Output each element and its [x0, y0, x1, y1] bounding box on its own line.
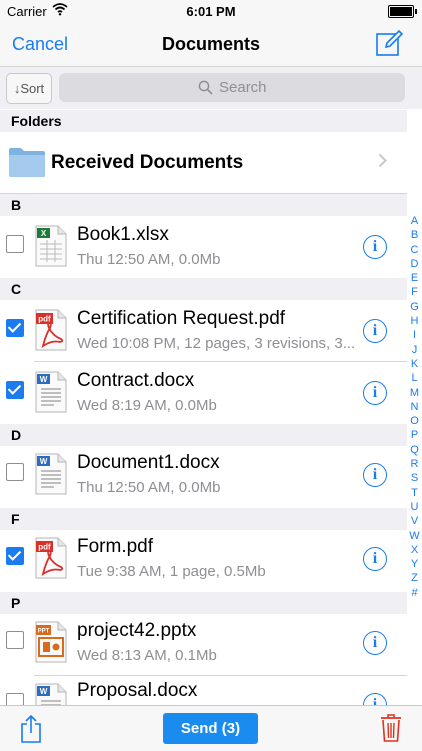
status-bar: Carrier 6:01 PM: [0, 0, 422, 22]
info-icon[interactable]: i: [363, 235, 387, 259]
section-header-d: D: [0, 424, 407, 446]
index-letter[interactable]: I: [407, 328, 422, 342]
section-header-f: F: [0, 508, 407, 530]
docx-file-icon: W: [34, 370, 68, 419]
index-letter[interactable]: L: [407, 371, 422, 385]
svg-text:pdf: pdf: [38, 315, 51, 324]
svg-text:pdf: pdf: [38, 543, 51, 552]
info-icon[interactable]: i: [363, 381, 387, 405]
select-checkbox[interactable]: [6, 463, 24, 481]
index-letter[interactable]: P: [407, 428, 422, 442]
section-header-folders: Folders: [0, 110, 407, 132]
search-icon: [198, 80, 213, 99]
svg-text:W: W: [40, 457, 48, 466]
search-placeholder: Search: [219, 79, 267, 96]
search-bar-row: ↓Sort Search: [0, 67, 422, 109]
index-letter[interactable]: E: [407, 271, 422, 285]
send-button[interactable]: Send (3): [163, 713, 258, 744]
index-letter[interactable]: T: [407, 486, 422, 500]
info-icon[interactable]: i: [363, 319, 387, 343]
trash-icon[interactable]: [380, 713, 402, 748]
index-letter[interactable]: W: [407, 529, 422, 543]
folder-icon: [8, 146, 46, 183]
index-letter[interactable]: F: [407, 285, 422, 299]
pdf-file-icon: pdf: [34, 536, 68, 585]
section-header-c: C: [0, 278, 407, 300]
file-name: project42.pptx: [77, 620, 197, 641]
index-letter[interactable]: B: [407, 228, 422, 242]
file-meta: Tue 9:38 AM, 1 page, 0.5Mb: [77, 563, 266, 580]
battery-icon: [388, 5, 417, 18]
sort-button[interactable]: ↓Sort: [6, 73, 52, 104]
index-letter[interactable]: V: [407, 514, 422, 528]
section-header-p: P: [0, 592, 407, 614]
file-name: Book1.xlsx: [77, 224, 169, 245]
compose-icon[interactable]: [374, 28, 404, 58]
file-meta: Thu 12:50 AM, 0.0Mb: [77, 251, 221, 268]
chevron-right-icon: [378, 153, 387, 173]
index-letter[interactable]: G: [407, 300, 422, 314]
pdf-file-icon: pdf: [34, 308, 68, 357]
info-icon[interactable]: i: [363, 547, 387, 571]
select-checkbox[interactable]: [6, 319, 24, 337]
index-letter[interactable]: D: [407, 257, 422, 271]
index-letter[interactable]: X: [407, 543, 422, 557]
file-row[interactable]: W Contract.docx Wed 8:19 AM, 0.0Mb i: [0, 362, 407, 424]
section-index[interactable]: A B C D E F G H I J K L M N O P Q R S T U V W X Y Z #: [407, 214, 422, 600]
file-name: Certification Request.pdf: [77, 308, 286, 329]
info-icon[interactable]: i: [363, 463, 387, 487]
file-row[interactable]: pdf Form.pdf Tue 9:38 AM, 1 page, 0.5Mb …: [0, 530, 407, 592]
index-letter[interactable]: Z: [407, 571, 422, 585]
file-meta: Wed 10:08 PM, 12 pages, 3 revisions, 3..…: [77, 335, 356, 352]
select-checkbox[interactable]: [6, 547, 24, 565]
index-letter[interactable]: U: [407, 500, 422, 514]
file-row[interactable]: PPT project42.pptx Wed 8:13 AM, 0.1Mb i: [0, 614, 407, 676]
folder-row-received-documents[interactable]: Received Documents: [0, 134, 407, 194]
bottom-toolbar: Send (3): [0, 705, 422, 751]
file-row[interactable]: pdf Certification Request.pdf Wed 10:08 …: [0, 300, 407, 362]
index-letter[interactable]: N: [407, 400, 422, 414]
index-letter[interactable]: M: [407, 386, 422, 400]
svg-text:PPT: PPT: [38, 629, 50, 635]
index-letter[interactable]: J: [407, 343, 422, 357]
svg-text:X: X: [41, 229, 47, 238]
folder-name: Received Documents: [51, 152, 244, 173]
index-letter[interactable]: Y: [407, 557, 422, 571]
index-letter[interactable]: H: [407, 314, 422, 328]
svg-text:W: W: [40, 687, 48, 696]
navigation-bar: Cancel Documents: [0, 22, 422, 67]
index-letter[interactable]: R: [407, 457, 422, 471]
select-checkbox[interactable]: [6, 381, 24, 399]
file-name: Contract.docx: [77, 370, 195, 391]
file-name: Form.pdf: [77, 536, 154, 557]
section-header-b: B: [0, 194, 407, 216]
select-checkbox[interactable]: [6, 631, 24, 649]
pptx-file-icon: PPT: [34, 620, 68, 669]
index-letter[interactable]: Q: [407, 443, 422, 457]
index-letter[interactable]: A: [407, 214, 422, 228]
file-name: Document1.docx: [77, 452, 220, 473]
xlsx-file-icon: X: [34, 224, 68, 273]
page-title: Documents: [161, 34, 260, 54]
search-input[interactable]: Search: [59, 73, 405, 102]
svg-text:W: W: [40, 375, 48, 384]
index-letter[interactable]: O: [407, 414, 422, 428]
clock: 6:01 PM: [186, 4, 236, 19]
file-meta: Wed 8:19 AM, 0.0Mb: [77, 397, 217, 414]
file-row[interactable]: X Book1.xlsx Thu 12:50 AM, 0.0Mb i: [0, 216, 407, 278]
share-icon[interactable]: [20, 714, 42, 749]
index-letter[interactable]: #: [407, 586, 422, 600]
index-letter[interactable]: C: [407, 243, 422, 257]
file-meta: Wed 8:13 AM, 0.1Mb: [77, 647, 217, 664]
info-icon[interactable]: i: [363, 631, 387, 655]
docx-file-icon: W: [34, 452, 68, 501]
file-name: Proposal.docx: [77, 680, 198, 701]
select-checkbox[interactable]: [6, 235, 24, 253]
index-letter[interactable]: S: [407, 471, 422, 485]
file-row[interactable]: W Document1.docx Thu 12:50 AM, 0.0Mb i: [0, 446, 407, 508]
index-letter[interactable]: K: [407, 357, 422, 371]
file-meta: Thu 12:50 AM, 0.0Mb: [77, 479, 221, 496]
